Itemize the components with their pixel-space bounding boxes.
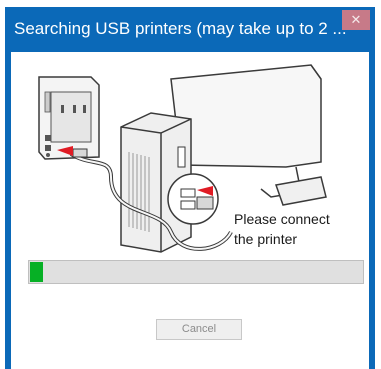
close-icon: ✕ xyxy=(350,12,362,27)
search-progress-bar xyxy=(28,260,364,284)
receipt-printer-icon xyxy=(38,76,100,160)
dialog-content: Please connect the printer Cancel xyxy=(11,52,369,369)
cancel-button[interactable]: Cancel xyxy=(156,319,242,340)
connect-instruction: Please connect the printer xyxy=(234,209,364,249)
title-bar[interactable]: Searching USB printers (may take up to 2… xyxy=(5,7,375,52)
instruction-line-2: the printer xyxy=(234,231,298,247)
usb-port-zoom-icon xyxy=(167,173,219,225)
dialog-window: Searching USB printers (may take up to 2… xyxy=(5,7,375,369)
instruction-line-1: Please connect xyxy=(234,211,330,227)
progress-fill xyxy=(30,262,43,282)
close-button[interactable]: ✕ xyxy=(342,10,370,30)
window-title: Searching USB printers (may take up to 2… xyxy=(14,19,347,38)
